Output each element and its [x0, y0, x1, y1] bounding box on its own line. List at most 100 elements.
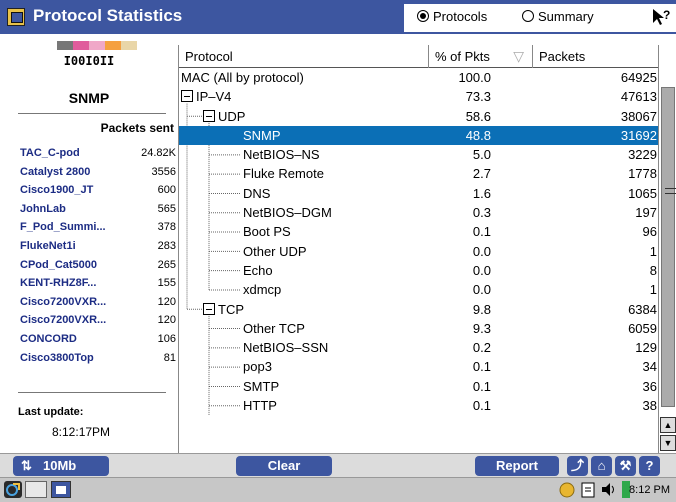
device-row[interactable]: Catalyst 2800 3556: [20, 164, 176, 183]
table-row[interactable]: TCP 9.8 6384: [179, 300, 659, 319]
table-row[interactable]: UDP 58.6 38067: [179, 107, 659, 126]
collapse-icon[interactable]: [203, 302, 215, 315]
start-menu-icon[interactable]: [4, 481, 22, 498]
keyboard-icon[interactable]: [25, 481, 47, 498]
table-row[interactable]: SNMP 48.8 31692: [179, 125, 659, 146]
scroll-up-arrow-icon[interactable]: ▲: [660, 417, 676, 433]
back-icon[interactable]: ⤴: [567, 456, 588, 476]
app-window-icon[interactable]: [51, 481, 71, 498]
column-percent-packets[interactable]: % of Pkts ▽: [429, 45, 533, 68]
device-row[interactable]: FlukeNet1i 283: [20, 238, 176, 257]
clipboard-icon[interactable]: [580, 481, 596, 498]
color-bar-segment: [73, 41, 89, 50]
table-row[interactable]: DNS 1.6 1065: [179, 184, 659, 203]
scroll-thumb[interactable]: [661, 87, 676, 407]
help-pointer-icon[interactable]: ?: [650, 7, 672, 32]
protocol-detail-panel: I00I0II SNMP Packets sent TAC_C-pod 24.82…: [0, 34, 178, 453]
report-button[interactable]: Report: [475, 456, 559, 476]
summary-radio[interactable]: Summary: [522, 9, 594, 24]
device-row[interactable]: Cisco1900_JT 600: [20, 182, 176, 201]
device-row[interactable]: Cisco7200VXR... 120: [20, 312, 176, 331]
protocol-label: xdmcp: [243, 282, 282, 298]
table-row[interactable]: Other UDP 0.0 1: [179, 242, 659, 261]
device-row[interactable]: KENT-RHZ8F... 155: [20, 275, 176, 294]
table-row[interactable]: HTTP 0.1 38: [179, 396, 659, 415]
device-row[interactable]: JohnLab 565: [20, 201, 176, 220]
table-row[interactable]: NetBIOS–NS 5.0 3229: [179, 145, 659, 164]
protocol-name: UDP: [203, 109, 245, 124]
divider: [18, 392, 166, 393]
tools-icon[interactable]: ⚒: [615, 456, 636, 476]
packets-cell: 1065: [628, 185, 657, 201]
table-row[interactable]: NetBIOS–SSN 0.2 129: [179, 338, 659, 357]
protocol-name: TCP: [203, 302, 244, 317]
protocol-label: NetBIOS–SSN: [243, 340, 329, 356]
device-name: Cisco7200VXR...: [20, 314, 107, 327]
percent-cell: 58.6: [465, 108, 491, 124]
protocol-name: xdmcp: [243, 282, 281, 297]
protocol-label: pop3: [243, 359, 272, 375]
table-row[interactable]: Other TCP 9.3 6059: [179, 319, 659, 338]
table-row[interactable]: SMTP 0.1 36: [179, 377, 659, 396]
device-packets: 3556: [151, 165, 176, 178]
percent-cell: 5.0: [472, 147, 491, 163]
packets-cell: 38067: [620, 108, 657, 124]
table-row[interactable]: MAC (All by protocol) 100.0 64925: [179, 68, 659, 87]
window-title: Protocol Statistics: [33, 6, 183, 25]
clear-button[interactable]: Clear: [236, 456, 332, 476]
protocol-name: Boot PS: [243, 224, 291, 239]
device-packets: 120: [157, 295, 176, 308]
scroll-down-arrow-icon[interactable]: ▼: [660, 435, 676, 451]
collapse-icon[interactable]: [181, 90, 193, 103]
table-row[interactable]: IP–V4 73.3 47613: [179, 87, 659, 106]
svg-text:?: ?: [663, 8, 670, 22]
device-row[interactable]: Cisco7200VXR... 120: [20, 294, 176, 313]
device-row[interactable]: F_Pod_Summi... 378: [20, 219, 176, 238]
protocol-label: Other UDP: [243, 243, 307, 259]
device-row[interactable]: Cisco3800Top 81: [20, 350, 176, 369]
protocol-name: MAC (All by protocol): [181, 70, 304, 85]
device-row[interactable]: CONCORD 106: [20, 331, 176, 350]
packets-cell: 129: [635, 340, 657, 356]
divider: [18, 113, 166, 114]
home-icon[interactable]: ⌂: [591, 456, 612, 476]
device-name: Cisco3800Top: [20, 351, 94, 364]
protocol-name: pop3: [243, 359, 272, 374]
device-name: F_Pod_Summi...: [20, 221, 106, 234]
table-row[interactable]: Boot PS 0.1 96: [179, 222, 659, 241]
packets-cell: 197: [635, 205, 657, 221]
volume-icon[interactable]: [600, 481, 618, 498]
device-list[interactable]: TAC_C-pod 24.82K Catalyst 2800 3556 Cisco190…: [20, 145, 176, 368]
protocol-name: IP–V4: [181, 89, 231, 104]
network-swap-icon: ⇅: [21, 458, 32, 473]
bandwidth-button[interactable]: ⇅ 10Mb: [13, 456, 109, 476]
sort-descending-icon: ▽: [513, 48, 524, 64]
column-packets[interactable]: Packets: [533, 45, 659, 68]
protocol-label: DNS: [243, 185, 271, 201]
app-icon[interactable]: [7, 8, 25, 26]
table-row[interactable]: Fluke Remote 2.7 1778: [179, 164, 659, 183]
protocol-name: NetBIOS–DGM: [243, 205, 332, 220]
protocol-name: SMTP: [243, 379, 279, 394]
color-bar-segment: [89, 41, 105, 50]
device-row[interactable]: CPod_Cat5000 265: [20, 257, 176, 276]
device-name: TAC_C-pod: [20, 147, 80, 159]
table-row[interactable]: pop3 0.1 34: [179, 357, 659, 376]
taskbar-clock: 8:12 PM: [629, 484, 670, 496]
device-row[interactable]: TAC_C-pod 24.82K: [20, 145, 176, 164]
percent-cell: 0.1: [472, 224, 491, 240]
column-protocol[interactable]: Protocol: [179, 45, 429, 68]
percent-cell: 0.2: [472, 340, 491, 356]
collapse-icon[interactable]: [203, 109, 215, 122]
protocol-label: SMTP: [243, 378, 280, 394]
table-row[interactable]: Echo 0.0 8: [179, 261, 659, 280]
status-globe-icon[interactable]: [558, 481, 576, 498]
device-packets: 24.82K: [141, 147, 176, 159]
help-icon[interactable]: ?: [639, 456, 660, 476]
protocols-radio[interactable]: Protocols: [417, 9, 487, 24]
table-row[interactable]: NetBIOS–DGM 0.3 197: [179, 203, 659, 222]
vertical-scrollbar[interactable]: ▲ ▼: [658, 45, 676, 453]
percent-cell: 0.0: [472, 282, 491, 298]
protocol-table: Protocol % of Pkts ▽ Packets MAC (All by…: [178, 45, 659, 453]
table-row[interactable]: xdmcp 0.0 1: [179, 280, 659, 299]
